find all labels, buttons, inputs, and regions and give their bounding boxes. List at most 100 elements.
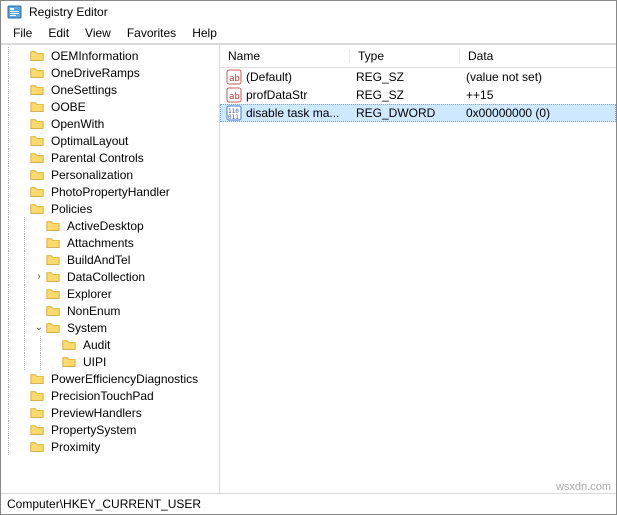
- tree-item[interactable]: OEMInformation: [1, 47, 219, 64]
- folder-icon: [29, 372, 45, 386]
- tree-item[interactable]: OpenWith: [1, 115, 219, 132]
- menu-bar: File Edit View Favorites Help: [1, 23, 616, 44]
- menu-help[interactable]: Help: [184, 24, 225, 42]
- tree-item[interactable]: Parental Controls: [1, 149, 219, 166]
- folder-icon: [29, 389, 45, 403]
- tree-item[interactable]: PrecisionTouchPad: [1, 387, 219, 404]
- chevron-right-icon[interactable]: ›: [33, 271, 45, 282]
- tree-item-label: OpenWith: [49, 117, 106, 131]
- cell-name: profDataStr: [220, 87, 350, 103]
- tree-item[interactable]: Explorer: [1, 285, 219, 302]
- tree-item[interactable]: ⌄ System: [1, 319, 219, 336]
- folder-icon: [45, 270, 61, 284]
- folder-icon: [61, 355, 77, 369]
- folder-icon: [45, 236, 61, 250]
- folder-icon: [45, 219, 61, 233]
- tree-item-label: UIPI: [81, 355, 108, 369]
- menu-file[interactable]: File: [5, 24, 40, 42]
- menu-view[interactable]: View: [77, 24, 119, 42]
- reg-string-icon: [226, 69, 242, 85]
- tree-item-label: Policies: [49, 202, 94, 216]
- tree-item[interactable]: Proximity: [1, 438, 219, 455]
- tree-item[interactable]: OptimalLayout: [1, 132, 219, 149]
- tree-item[interactable]: BuildAndTel: [1, 251, 219, 268]
- folder-icon: [29, 406, 45, 420]
- folder-icon: [29, 49, 45, 63]
- title-bar[interactable]: Registry Editor: [1, 1, 616, 23]
- list-row[interactable]: (Default) REG_SZ(value not set): [220, 68, 616, 86]
- values-list: Name Type Data (Default) REG_SZ(value not…: [220, 45, 616, 493]
- list-header[interactable]: Name Type Data: [220, 45, 616, 68]
- tree-item-label: Personalization: [49, 168, 135, 182]
- folder-icon: [45, 253, 61, 267]
- value-name: disable task ma...: [246, 106, 339, 120]
- folder-icon: [29, 202, 45, 216]
- status-bar: Computer\HKEY_CURRENT_USER: [1, 493, 616, 514]
- folder-icon: [29, 134, 45, 148]
- tree-item[interactable]: Policies: [1, 200, 219, 217]
- cell-data: ++15: [460, 88, 616, 102]
- col-header-name[interactable]: Name: [220, 49, 350, 63]
- folder-icon: [29, 185, 45, 199]
- tree-item[interactable]: Personalization: [1, 166, 219, 183]
- tree-item-label: ActiveDesktop: [65, 219, 146, 233]
- tree-item[interactable]: PreviewHandlers: [1, 404, 219, 421]
- tree-item[interactable]: Attachments: [1, 234, 219, 251]
- tree-item[interactable]: NonEnum: [1, 302, 219, 319]
- folder-icon: [29, 151, 45, 165]
- tree-item[interactable]: OneDriveRamps: [1, 64, 219, 81]
- tree-item[interactable]: UIPI: [1, 353, 219, 370]
- reg-string-icon: [226, 87, 242, 103]
- tree-item[interactable]: OOBE: [1, 98, 219, 115]
- menu-favorites[interactable]: Favorites: [119, 24, 184, 42]
- client-area: OEMInformation OneDriveRamps OneSettings OO…: [1, 44, 616, 493]
- folder-icon: [29, 117, 45, 131]
- tree-item[interactable]: Audit: [1, 336, 219, 353]
- tree-item-label: OOBE: [49, 100, 88, 114]
- list-body[interactable]: (Default) REG_SZ(value not set) profDataSt…: [220, 68, 616, 493]
- value-name: (Default): [246, 70, 292, 84]
- tree-item-label: PowerEfficiencyDiagnostics: [49, 372, 200, 386]
- cell-type: REG_DWORD: [350, 106, 460, 120]
- cell-name: disable task ma...: [220, 105, 350, 121]
- tree-item-label: PreviewHandlers: [49, 406, 144, 420]
- cell-name: (Default): [220, 69, 350, 85]
- tree-item[interactable]: OneSettings: [1, 81, 219, 98]
- cell-data: (value not set): [460, 70, 616, 84]
- tree-item-label: BuildAndTel: [65, 253, 132, 267]
- chevron-down-icon[interactable]: ⌄: [33, 322, 45, 333]
- cell-data: 0x00000000 (0): [460, 106, 616, 120]
- tree-item-label: OneDriveRamps: [49, 66, 142, 80]
- tree-item-label: OptimalLayout: [49, 134, 130, 148]
- tree-item-label: OneSettings: [49, 83, 119, 97]
- watermark: wsxdn.com: [556, 481, 611, 493]
- tree-item-label: Audit: [81, 338, 112, 352]
- tree-item-label: System: [65, 321, 109, 335]
- col-header-type[interactable]: Type: [350, 49, 460, 63]
- folder-icon: [29, 83, 45, 97]
- folder-icon: [45, 304, 61, 318]
- registry-editor-window: Registry Editor File Edit View Favorites…: [0, 0, 617, 515]
- tree-item-label: NonEnum: [65, 304, 122, 318]
- regedit-icon: [7, 4, 23, 20]
- folder-icon: [29, 66, 45, 80]
- window-title: Registry Editor: [29, 5, 108, 19]
- list-row[interactable]: disable task ma... REG_DWORD0x00000000 (0…: [220, 104, 616, 122]
- tree-item[interactable]: ActiveDesktop: [1, 217, 219, 234]
- tree-item-label: Attachments: [65, 236, 136, 250]
- list-row[interactable]: profDataStrREG_SZ++15: [220, 86, 616, 104]
- registry-tree[interactable]: OEMInformation OneDriveRamps OneSettings OO…: [1, 45, 220, 493]
- folder-icon: [29, 100, 45, 114]
- reg-dword-icon: [226, 105, 242, 121]
- tree-item[interactable]: PowerEfficiencyDiagnostics: [1, 370, 219, 387]
- tree-item-label: PhotoPropertyHandler: [49, 185, 172, 199]
- cell-type: REG_SZ: [350, 70, 460, 84]
- tree-item[interactable]: ›DataCollection: [1, 268, 219, 285]
- folder-icon: [45, 321, 61, 335]
- col-header-data[interactable]: Data: [460, 49, 616, 63]
- tree-item-label: PrecisionTouchPad: [49, 389, 156, 403]
- folder-icon: [29, 423, 45, 437]
- tree-item[interactable]: PropertySystem: [1, 421, 219, 438]
- tree-item[interactable]: PhotoPropertyHandler: [1, 183, 219, 200]
- menu-edit[interactable]: Edit: [40, 24, 77, 42]
